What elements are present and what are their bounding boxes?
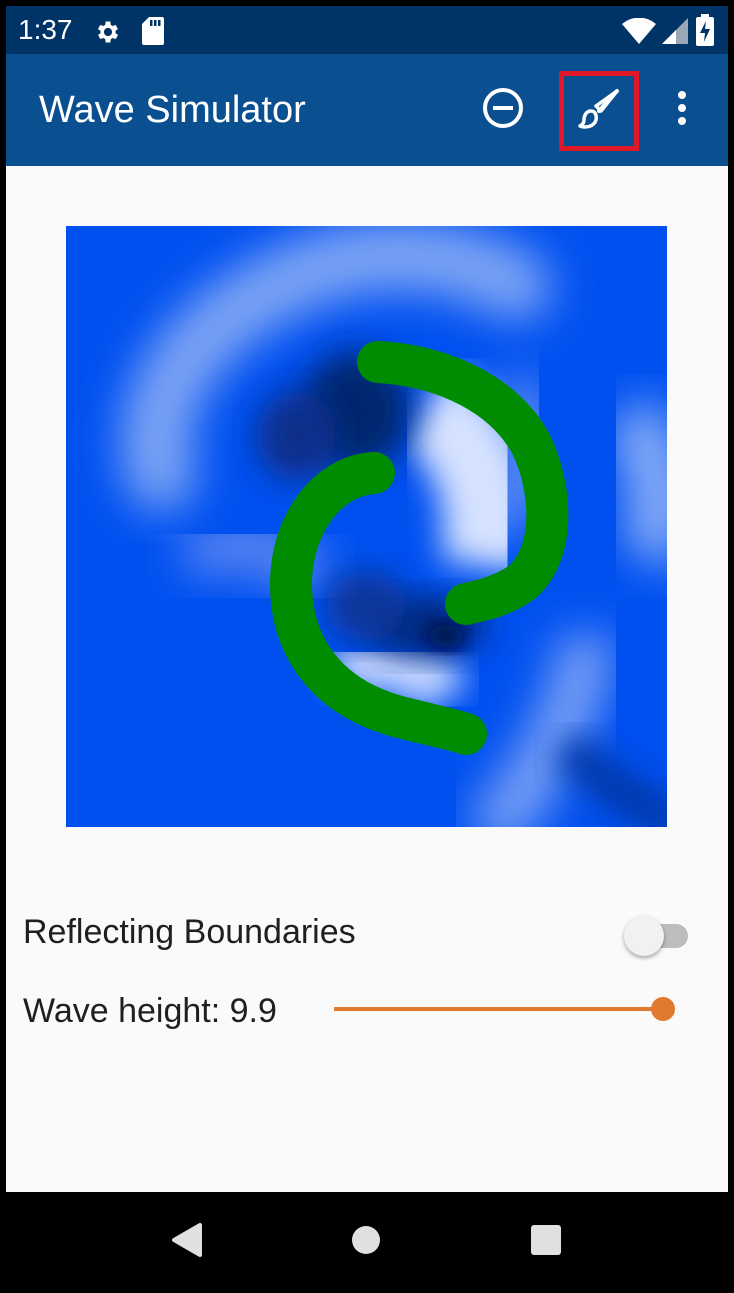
home-button[interactable] bbox=[336, 1212, 396, 1272]
gear-icon bbox=[94, 18, 122, 50]
more-options-button[interactable] bbox=[654, 82, 710, 138]
slider-thumb[interactable] bbox=[650, 997, 675, 1021]
back-icon bbox=[170, 1223, 202, 1261]
remove-circle-icon bbox=[482, 87, 524, 133]
more-vert-icon bbox=[676, 90, 688, 130]
status-time: 1:37 bbox=[18, 14, 73, 45]
screen: 1:37 Wave Simulator Reflecting Boundarie… bbox=[6, 6, 728, 1287]
back-button[interactable] bbox=[156, 1212, 216, 1272]
recents-button[interactable] bbox=[516, 1212, 576, 1272]
brush-icon bbox=[577, 87, 621, 135]
reflecting-boundaries-switch[interactable] bbox=[622, 912, 692, 956]
brush-button[interactable] bbox=[559, 71, 639, 151]
app-bar: Wave Simulator bbox=[6, 54, 728, 166]
app-title: Wave Simulator bbox=[39, 89, 306, 131]
signal-icon bbox=[662, 18, 688, 48]
wave-height-label: Wave height: 9.9 bbox=[23, 992, 277, 1030]
home-icon bbox=[351, 1225, 381, 1259]
clear-button[interactable] bbox=[475, 82, 531, 138]
switch-thumb bbox=[624, 916, 664, 956]
slider-track bbox=[334, 1007, 662, 1011]
wifi-icon bbox=[622, 17, 656, 48]
battery-charging-icon bbox=[696, 14, 714, 50]
wave-height-slider[interactable] bbox=[334, 990, 690, 1030]
reflecting-boundaries-label: Reflecting Boundaries bbox=[23, 913, 356, 951]
recents-icon bbox=[531, 1225, 561, 1259]
sd-card-icon bbox=[142, 17, 164, 49]
status-bar: 1:37 bbox=[6, 6, 728, 54]
navigation-bar bbox=[6, 1192, 728, 1287]
wave-simulation-canvas[interactable] bbox=[66, 226, 667, 827]
